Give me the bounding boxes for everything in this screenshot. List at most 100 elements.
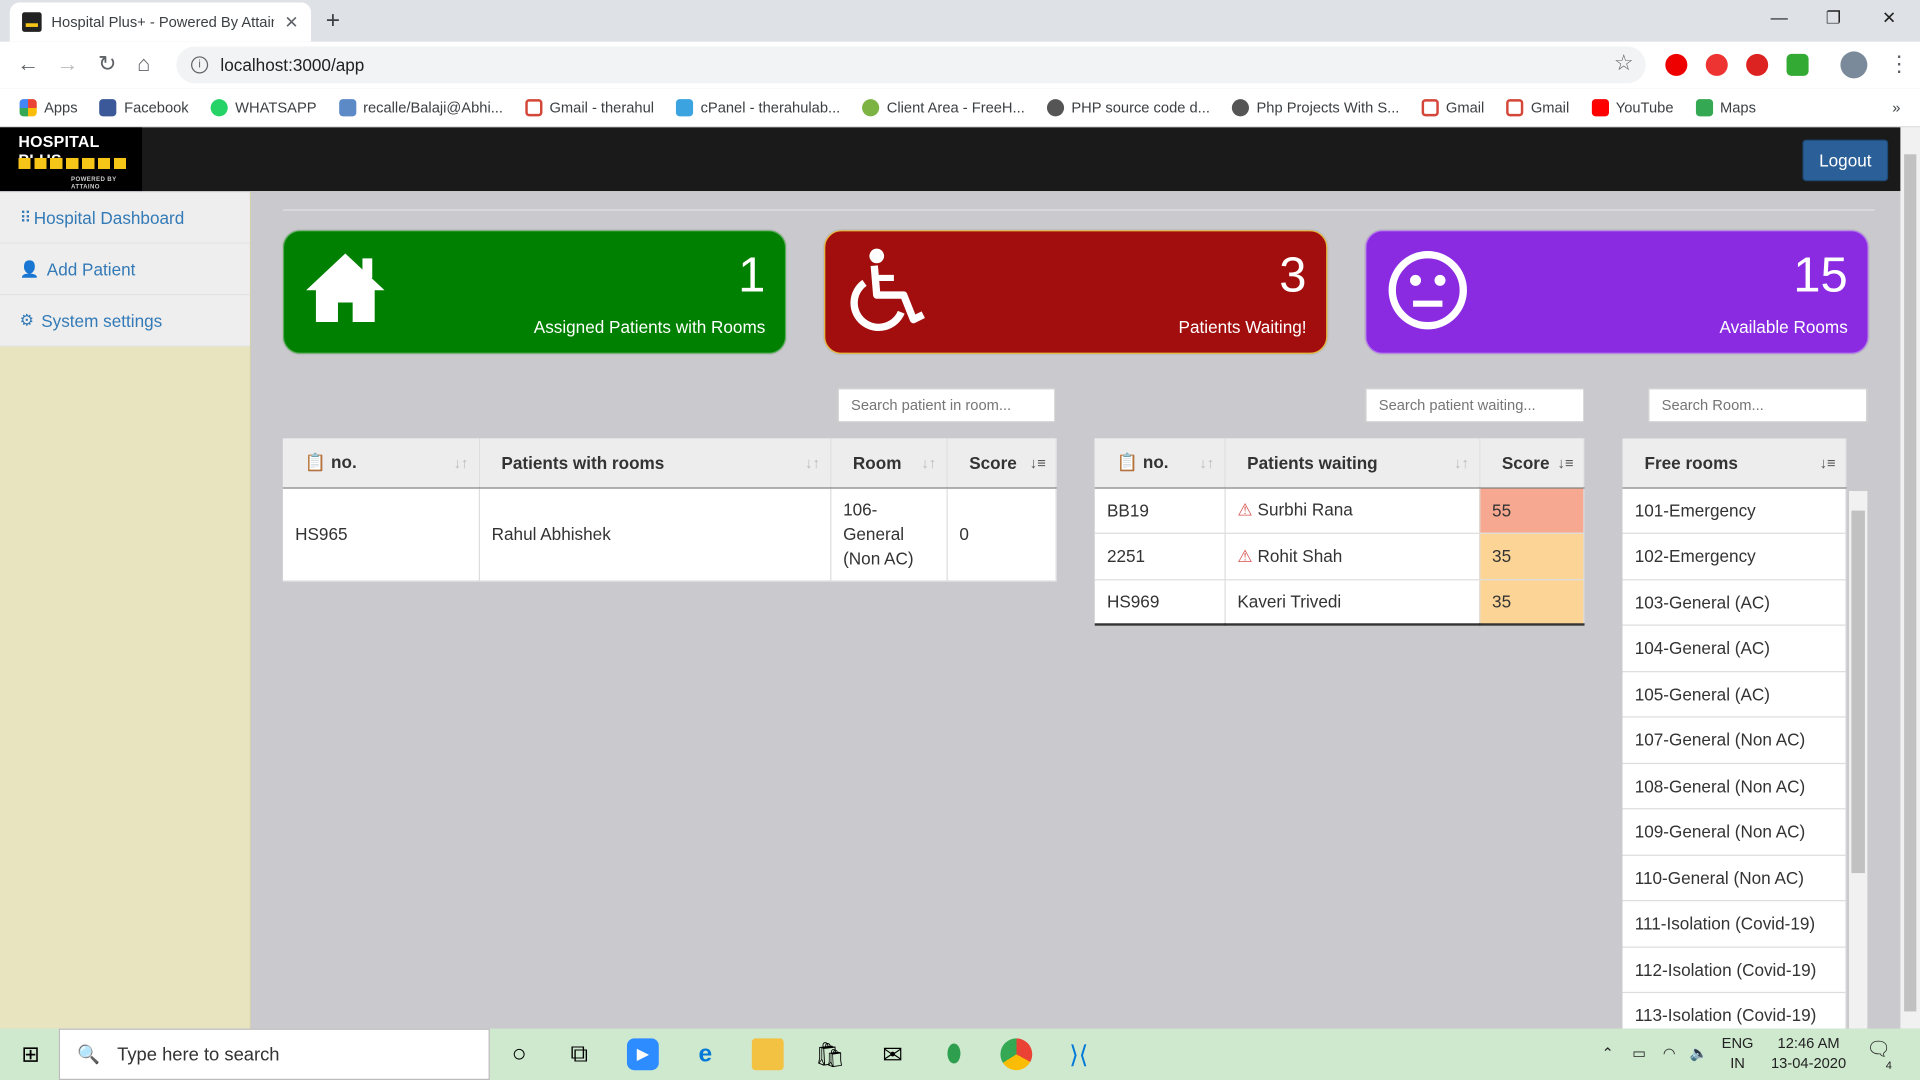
home-icon[interactable]: ⌂ xyxy=(137,51,150,77)
chevron-up-icon[interactable]: ⌃ xyxy=(1602,1043,1614,1063)
vscode-icon[interactable]: ⟩⟨ xyxy=(1063,1038,1095,1070)
sort-icon[interactable]: ↓↑ xyxy=(921,454,936,471)
column-header-free-rooms[interactable]: Free rooms ↓≡ xyxy=(1622,438,1847,488)
battery-icon[interactable]: ▭ xyxy=(1632,1043,1646,1063)
back-icon[interactable]: ← xyxy=(17,51,39,77)
bookmark-php-source[interactable]: PHP source code d... xyxy=(1046,98,1210,116)
bookmark-cpanel[interactable]: cPanel - therahulab... xyxy=(676,98,840,116)
close-tab-icon[interactable]: ✕ xyxy=(284,12,298,33)
table-row[interactable]: 112-Isolation (Covid-19) xyxy=(1622,946,1847,994)
sort-asc-icon[interactable]: ↓≡ xyxy=(1820,454,1836,471)
sort-icon[interactable]: ↓↑ xyxy=(805,454,820,471)
mongodb-icon[interactable]: ⬮ xyxy=(938,1038,970,1070)
app-header xyxy=(0,127,1901,192)
menu-kebab-icon[interactable]: ⋮ xyxy=(1888,51,1910,77)
taskbar-search-box[interactable]: 🔍 Type here to search xyxy=(58,1028,490,1080)
close-window-icon[interactable]: ✕ xyxy=(1882,7,1896,28)
avatar[interactable] xyxy=(1840,51,1868,79)
adblock-icon[interactable] xyxy=(1746,53,1769,76)
store-icon[interactable]: 🛍 xyxy=(814,1038,846,1070)
table-row[interactable]: HS969 Kaveri Trivedi 35 xyxy=(1094,579,1585,626)
bookmark-client-area[interactable]: Client Area - FreeH... xyxy=(862,98,1025,116)
browser-tab[interactable]: Hospital Plus+ - Powered By Attaino ✕ xyxy=(9,2,312,42)
column-header-room[interactable]: Room ↓↑ xyxy=(830,438,948,488)
patient-name-cell: ⚠ Rohit Shah xyxy=(1224,532,1480,580)
logout-button[interactable]: Logout xyxy=(1802,139,1889,182)
column-header-patients-waiting[interactable]: Patients waiting ↓↑ xyxy=(1224,438,1480,488)
bookmark-recalle[interactable]: recalle/Balaji@Abhi... xyxy=(338,98,503,116)
extension-icon[interactable] xyxy=(1705,53,1728,76)
edge-icon[interactable]: e xyxy=(689,1038,721,1070)
table-row[interactable]: 113-Isolation (Covid-19) xyxy=(1622,992,1847,1029)
sort-desc-icon[interactable]: ↓≡ xyxy=(1030,454,1046,471)
forward-icon[interactable]: → xyxy=(56,51,78,77)
sidebar-item-system-settings[interactable]: ⚙ System settings xyxy=(0,295,250,347)
sort-icon[interactable]: ↓↑ xyxy=(1454,454,1469,471)
sidebar-item-label: Add Patient xyxy=(46,258,136,279)
clock[interactable]: 12:46 AM 13-04-2020 xyxy=(1766,1033,1852,1072)
page-scrollbar[interactable] xyxy=(1900,127,1920,1029)
bookmark-apps[interactable]: Apps xyxy=(19,98,78,116)
mail-icon[interactable]: ✉ xyxy=(877,1038,909,1070)
table-row[interactable]: 103-General (AC) xyxy=(1622,579,1847,626)
cortana-icon[interactable]: ○ xyxy=(503,1038,535,1070)
search-waiting-patient-input[interactable] xyxy=(1365,388,1585,423)
table-row[interactable]: 111-Isolation (Covid-19) xyxy=(1622,900,1847,948)
sidebar-item-add-patient[interactable]: 👤 Add Patient xyxy=(0,244,250,296)
wifi-icon[interactable]: ◠ xyxy=(1663,1043,1676,1063)
scrollbar-thumb[interactable] xyxy=(1904,154,1917,1012)
bookmark-php-projects[interactable]: Php Projects With S... xyxy=(1231,98,1399,116)
table-row[interactable]: 104-General (AC) xyxy=(1622,625,1847,672)
bookmark-whatsapp[interactable]: WHATSAPP xyxy=(210,98,317,116)
table-row[interactable]: 109-General (Non AC) xyxy=(1622,808,1847,856)
bookmark-star-icon[interactable]: ☆ xyxy=(1614,50,1634,76)
info-icon[interactable]: i xyxy=(191,56,209,74)
table-row[interactable]: 107-General (Non AC) xyxy=(1622,716,1847,764)
sort-desc-icon[interactable]: ↓≡ xyxy=(1558,454,1574,471)
bookmark-youtube[interactable]: YouTube xyxy=(1591,98,1673,116)
patient-name-cell: ⚠ Surbhi Rana xyxy=(1224,487,1480,534)
table-row[interactable]: 2251 ⚠ Rohit Shah 35 xyxy=(1094,532,1585,580)
table-row[interactable]: 101-Emergency xyxy=(1622,487,1847,534)
task-view-icon[interactable]: ⧉ xyxy=(563,1038,595,1070)
search-free-room-input[interactable] xyxy=(1648,388,1868,423)
shield-icon[interactable] xyxy=(1786,53,1809,76)
search-room-patient-input[interactable] xyxy=(837,388,1056,423)
language-indicator[interactable]: ENG IN xyxy=(1722,1033,1754,1072)
zoom-icon[interactable]: ▶ xyxy=(626,1038,659,1071)
bookmark-facebook[interactable]: Facebook xyxy=(99,98,189,116)
table-row[interactable]: 110-General (Non AC) xyxy=(1622,854,1847,902)
bookmark-gmail-2[interactable]: Gmail xyxy=(1421,98,1484,116)
free-rooms-scrollbar[interactable] xyxy=(1848,491,1868,1029)
hospital-plus-logo[interactable]: HOSPITAL PLUS POWERED BY ATTAINO xyxy=(0,127,143,192)
chrome-icon[interactable] xyxy=(1000,1038,1033,1071)
patient-id: HS969 xyxy=(1094,579,1226,626)
table-row[interactable]: HS965 Rahul Abhishek 106-General (Non AC… xyxy=(282,487,1057,582)
bookmark-maps[interactable]: Maps xyxy=(1695,98,1756,116)
more-bookmarks-icon[interactable]: » xyxy=(1892,99,1900,116)
reload-icon[interactable]: ↻ xyxy=(98,51,116,77)
table-row[interactable]: 105-General (AC) xyxy=(1622,671,1847,718)
address-bar[interactable]: i localhost:3000/app xyxy=(176,46,1646,84)
bookmark-gmail[interactable]: Gmail - therahul xyxy=(525,98,654,116)
column-header-score[interactable]: Score ↓≡ xyxy=(1479,438,1585,488)
extension-icon[interactable] xyxy=(1665,53,1688,76)
column-header-no[interactable]: 📋 no. ↓↑ xyxy=(282,438,480,488)
file-explorer-icon[interactable] xyxy=(751,1038,784,1071)
sort-icon[interactable]: ↓↑ xyxy=(1199,454,1214,471)
column-header-score[interactable]: Score ↓≡ xyxy=(946,438,1057,488)
volume-icon[interactable]: 🔈 xyxy=(1690,1043,1708,1063)
table-row[interactable]: BB19 ⚠ Surbhi Rana 55 xyxy=(1094,487,1585,534)
bookmark-gmail-3[interactable]: Gmail xyxy=(1506,98,1569,116)
sidebar-item-hospital-dashboard[interactable]: ⠿ Hospital Dashboard xyxy=(0,192,250,244)
restore-icon[interactable]: ❐ xyxy=(1826,7,1841,28)
minimize-icon[interactable]: — xyxy=(1771,7,1788,27)
new-tab-icon[interactable]: + xyxy=(326,7,340,35)
sort-icon[interactable]: ↓↑ xyxy=(454,454,469,471)
windows-start-icon[interactable]: ⊞ xyxy=(15,1038,47,1070)
scrollbar-thumb[interactable] xyxy=(1851,510,1865,874)
column-header-patients-with-rooms[interactable]: Patients with rooms ↓↑ xyxy=(478,438,831,488)
column-header-no[interactable]: 📋 no. ↓↑ xyxy=(1094,438,1226,488)
table-row[interactable]: 108-General (Non AC) xyxy=(1622,762,1847,810)
table-row[interactable]: 102-Emergency xyxy=(1622,533,1847,580)
